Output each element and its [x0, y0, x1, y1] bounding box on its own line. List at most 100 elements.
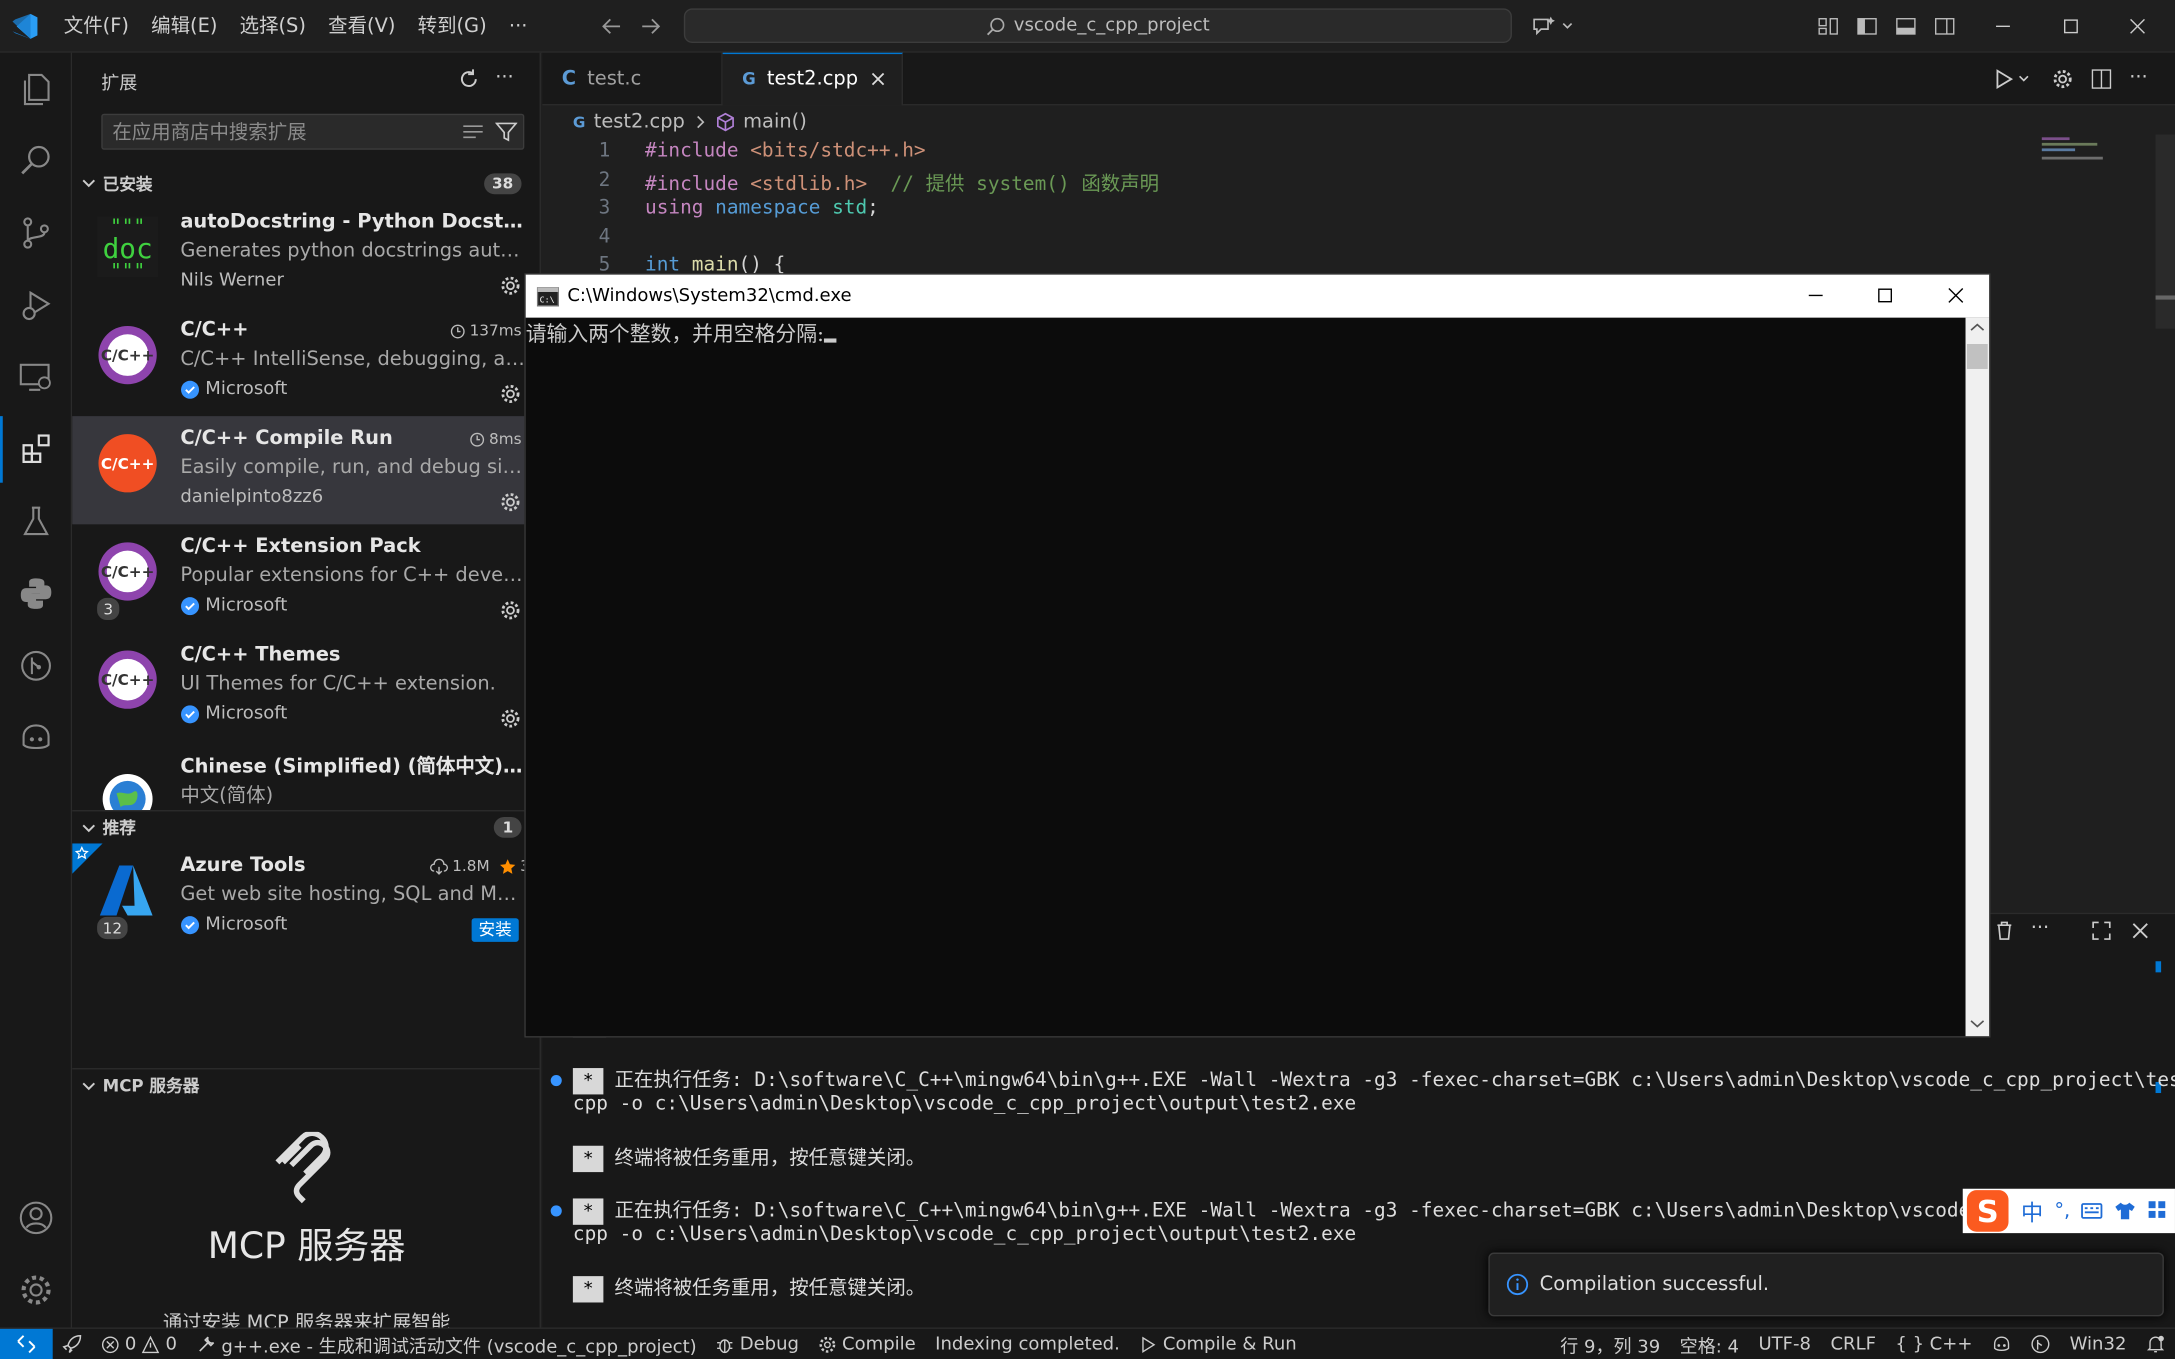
- extension-item-selected[interactable]: C/C++ C/C++ Compile Run 8ms Easily compi…: [72, 416, 528, 525]
- accounts-icon[interactable]: [0, 1185, 72, 1252]
- skin-shirt-icon[interactable]: [2115, 1200, 2137, 1222]
- azure-logo-icon: [97, 860, 158, 921]
- extension-description: Easily compile, run, and debug single ..…: [180, 456, 528, 479]
- terminal-line: cpp -o c:\Users\admin\Desktop\vscode_c_c…: [572, 1093, 1357, 1116]
- recommended-label: 推荐: [102, 818, 136, 838]
- manage-gear-icon[interactable]: [499, 599, 521, 621]
- status-cursor-position[interactable]: 行 9，列 39: [1551, 1329, 1670, 1359]
- extension-item[interactable]: C/C++ 3 C/C++ Extension Pack Popular ext…: [72, 524, 527, 632]
- status-problems[interactable]: 0 0: [92, 1329, 187, 1359]
- code-line[interactable]: #include <bits/stdc++.h>: [645, 140, 926, 162]
- ime-toolbar[interactable]: S 中 °,: [1962, 1188, 2175, 1234]
- run-debug-icon[interactable]: [0, 272, 72, 339]
- scroll-up-icon[interactable]: [1966, 318, 1990, 337]
- status-debug[interactable]: Debug: [706, 1329, 808, 1359]
- maximize-panel-icon[interactable]: [2090, 920, 2112, 942]
- panel-more-icon[interactable]: ···: [2031, 917, 2050, 939]
- code-line[interactable]: using namespace std;: [645, 197, 879, 219]
- trash-icon[interactable]: [1993, 920, 2015, 942]
- remote-indicator[interactable]: [0, 1328, 53, 1359]
- publisher-name: Microsoft: [205, 703, 288, 725]
- cmd-close-icon[interactable]: [1946, 286, 1965, 305]
- extension-publisher: danielpinto8zz6: [180, 487, 323, 508]
- extension-description: UI Themes for C/C++ extension.: [180, 672, 496, 695]
- git-graph-icon[interactable]: [0, 633, 72, 700]
- mcp-section-header[interactable]: MCP 服务器: [72, 1068, 540, 1101]
- cmd-maximize-icon[interactable]: [1875, 286, 1894, 305]
- recommended-count-badge: 1: [494, 817, 522, 838]
- status-encoding[interactable]: UTF-8: [1749, 1329, 1821, 1359]
- extension-publisher: Microsoft: [180, 914, 287, 935]
- info-icon: [1506, 1273, 1529, 1296]
- status-indexing[interactable]: Indexing completed.: [925, 1329, 1129, 1359]
- svg-text:C:\: C:\: [540, 294, 555, 304]
- publisher-name: Microsoft: [205, 378, 288, 400]
- status-rocket[interactable]: [53, 1329, 92, 1359]
- status-platform[interactable]: Win32: [2060, 1329, 2136, 1359]
- ime-punctuation[interactable]: °,: [2054, 1200, 2070, 1222]
- close-panel-icon[interactable]: [2129, 920, 2151, 942]
- pack-count-badge: 12: [95, 915, 130, 941]
- status-task[interactable]: g++.exe - 生成和调试活动文件 (vscode_c_cpp_projec…: [187, 1329, 707, 1359]
- cmd-scrollbar-thumb[interactable]: [1966, 344, 1988, 369]
- python-icon[interactable]: [0, 560, 72, 627]
- testing-icon[interactable]: [0, 488, 72, 555]
- svg-text:S: S: [1977, 1195, 1999, 1230]
- status-compile-text: Compile: [842, 1333, 916, 1355]
- minimap: [2041, 135, 2125, 163]
- status-language[interactable]: { } C++: [1886, 1329, 1982, 1359]
- cmd-app-icon: C:\: [536, 286, 560, 306]
- extension-item[interactable]: C/C++ C/C++ Themes UI Themes for C/C++ e…: [72, 633, 524, 741]
- cmd-window[interactable]: C:\ C:\Windows\System32\cmd.exe 请输入两个整数，…: [524, 273, 1991, 1038]
- code-editor[interactable]: 1 #include <bits/stdc++.h> 2 #include <stdl…: [0, 0, 2175, 277]
- code-line[interactable]: #include <stdlib.h> // 提供 system() 函数声明: [645, 169, 1159, 197]
- status-language-text: C++: [1929, 1333, 1973, 1355]
- recommended-section-header[interactable]: 推荐 1: [72, 810, 540, 843]
- install-button[interactable]: 安装: [471, 918, 519, 942]
- status-compile[interactable]: Compile: [809, 1329, 926, 1359]
- line-number: 1: [598, 140, 611, 163]
- notification-toast[interactable]: Compilation successful.: [1488, 1252, 2164, 1317]
- manage-gear-icon[interactable]: [499, 383, 521, 405]
- cmd-title-bar[interactable]: C:\ C:\Windows\System32\cmd.exe: [525, 274, 1990, 318]
- error-count: 0: [124, 1333, 137, 1355]
- language-pack-globe-icon: [97, 757, 158, 811]
- cmd-prompt-text: 请输入两个整数，并用空格分隔:: [525, 321, 825, 347]
- extension-item[interactable]: 12 Azure Tools 1.8M 3 Get web site hosti…: [72, 843, 530, 951]
- cmd-minimize-icon[interactable]: [1806, 286, 1825, 305]
- scrollbar-thumb[interactable]: [2155, 295, 2175, 300]
- status-copilot[interactable]: [1982, 1329, 2021, 1359]
- verified-icon: [181, 596, 200, 615]
- status-eol[interactable]: CRLF: [1821, 1329, 1886, 1359]
- scroll-down-icon[interactable]: [1966, 1014, 1990, 1033]
- settings-gear-icon[interactable]: [0, 1257, 72, 1324]
- task-status-dot: [551, 1283, 562, 1294]
- extension-item[interactable]: Chinese (Simplified) (简体中文) Lan... 中文(简体…: [72, 741, 524, 811]
- manage-gear-icon[interactable]: [499, 707, 521, 729]
- extension-publisher: Microsoft: [180, 703, 287, 724]
- remote-icon: [17, 1335, 36, 1354]
- cmd-scrollbar[interactable]: [1965, 317, 1990, 1037]
- extensions-icon[interactable]: [0, 416, 72, 483]
- bell-icon: [2146, 1335, 2165, 1353]
- svg-text:C/C++: C/C++: [101, 671, 155, 689]
- status-gitgraph[interactable]: [2021, 1329, 2060, 1359]
- manage-gear-icon[interactable]: [499, 275, 521, 297]
- star-icon: [500, 858, 516, 874]
- activation-time: 8ms: [468, 430, 522, 448]
- status-indentation[interactable]: 空格: 4: [1670, 1329, 1749, 1359]
- keyboard-icon[interactable]: [2081, 1201, 2104, 1220]
- manage-gear-icon[interactable]: [499, 491, 521, 513]
- status-compile-run[interactable]: Compile & Run: [1130, 1329, 1307, 1359]
- ime-language[interactable]: 中: [2021, 1194, 2043, 1227]
- extension-description: C/C++ IntelliSense, debugging, and c...: [180, 348, 528, 371]
- extension-publisher: Microsoft: [180, 378, 288, 400]
- toolbox-icon[interactable]: [2148, 1200, 2167, 1222]
- svg-text:C/C++: C/C++: [101, 347, 155, 365]
- status-notifications[interactable]: [2136, 1329, 2175, 1359]
- terminal-line-text: 正在执行任务: D:\software\C_C++\mingw64\bin\g+…: [614, 1069, 2175, 1092]
- line-number: 4: [598, 225, 611, 248]
- extension-item[interactable]: C/C++ C/C++ 137ms C/C++ IntelliSense, de…: [72, 308, 528, 416]
- remote-explorer-icon[interactable]: [0, 344, 72, 411]
- copilot-chat-icon[interactable]: [0, 705, 72, 772]
